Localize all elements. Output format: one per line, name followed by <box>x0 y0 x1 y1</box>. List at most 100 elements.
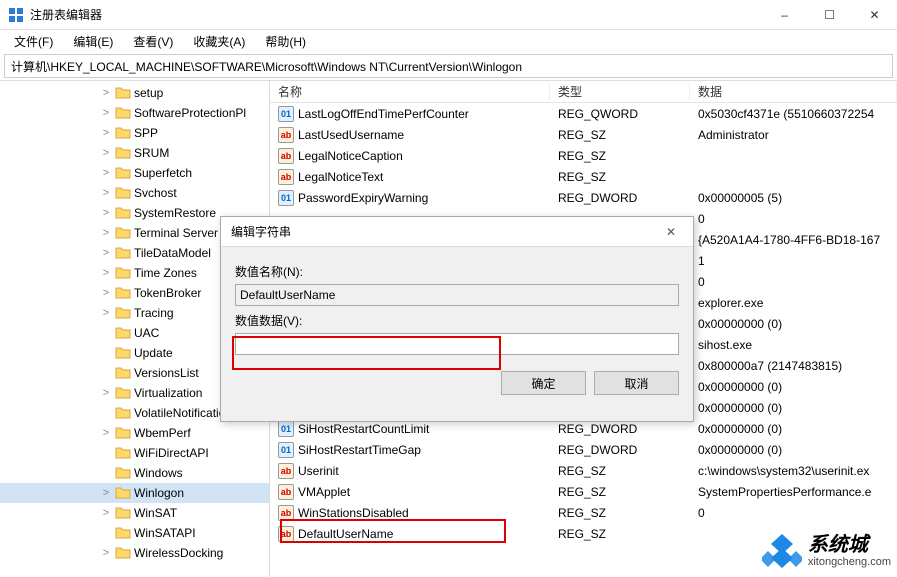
tree-item-winlogon[interactable]: >Winlogon <box>0 483 269 503</box>
tree-item-label: TileDataModel <box>134 246 211 260</box>
folder-icon <box>115 366 131 380</box>
tree-item-wirelessdocking[interactable]: >WirelessDocking <box>0 543 269 563</box>
tree-item-label: Svchost <box>134 186 177 200</box>
dword-value-icon: 01 <box>278 442 294 458</box>
table-row[interactable]: abLegalNoticeTextREG_SZ <box>270 166 897 187</box>
menu-favorites[interactable]: 收藏夹(A) <box>187 31 251 52</box>
close-button[interactable]: ✕ <box>852 0 897 30</box>
cell-data: sihost.exe <box>690 338 897 352</box>
folder-icon <box>115 486 131 500</box>
tree-item-label: SystemRestore <box>134 206 216 220</box>
menu-view[interactable]: 查看(V) <box>127 31 179 52</box>
menu-help[interactable]: 帮助(H) <box>259 31 312 52</box>
chevron-icon[interactable]: > <box>100 87 112 99</box>
value-data-input[interactable] <box>235 333 679 355</box>
column-data[interactable]: 数据 <box>690 83 897 100</box>
string-value-icon: ab <box>278 505 294 521</box>
cancel-button[interactable]: 取消 <box>594 371 679 395</box>
table-row[interactable]: 01LastLogOffEndTimePerfCounterREG_QWORD0… <box>270 103 897 124</box>
chevron-icon[interactable]: > <box>100 107 112 119</box>
tree-item-label: TokenBroker <box>134 286 201 300</box>
folder-icon <box>115 106 131 120</box>
cell-type: REG_SZ <box>550 170 690 184</box>
column-name[interactable]: 名称 <box>270 83 550 100</box>
tree-item-spp[interactable]: >SPP <box>0 123 269 143</box>
chevron-icon[interactable]: > <box>100 187 112 199</box>
menu-file[interactable]: 文件(F) <box>8 31 59 52</box>
minimize-button[interactable]: – <box>762 0 807 30</box>
string-value-icon: ab <box>278 484 294 500</box>
folder-icon <box>115 386 131 400</box>
tree-item-label: setup <box>134 86 163 100</box>
tree-item-label: Superfetch <box>134 166 192 180</box>
tree-item-winsat[interactable]: >WinSAT <box>0 503 269 523</box>
tree-item-label: VersionsList <box>134 366 199 380</box>
table-row[interactable]: abLegalNoticeCaptionREG_SZ <box>270 145 897 166</box>
chevron-icon[interactable]: > <box>100 167 112 179</box>
maximize-button[interactable]: ☐ <box>807 0 852 30</box>
chevron-icon[interactable]: > <box>100 247 112 259</box>
chevron-icon[interactable]: > <box>100 207 112 219</box>
cell-type: REG_SZ <box>550 128 690 142</box>
table-row[interactable]: 01SiHostRestartTimeGapREG_DWORD0x0000000… <box>270 439 897 460</box>
cell-type: REG_DWORD <box>550 422 690 436</box>
column-type[interactable]: 类型 <box>550 83 690 100</box>
ok-button[interactable]: 确定 <box>501 371 586 395</box>
watermark-logo-icon <box>762 531 802 571</box>
cell-name: abLegalNoticeText <box>270 169 550 185</box>
folder-icon <box>115 466 131 480</box>
cell-data: 0 <box>690 506 897 520</box>
tree-item-windows[interactable]: Windows <box>0 463 269 483</box>
watermark-url: xitongcheng.com <box>808 556 891 568</box>
value-name-label: 数值名称(N): <box>235 263 679 280</box>
folder-icon <box>115 326 131 340</box>
chevron-icon[interactable]: > <box>100 147 112 159</box>
chevron-icon[interactable]: > <box>100 507 112 519</box>
chevron-icon[interactable]: > <box>100 427 112 439</box>
menu-edit[interactable]: 编辑(E) <box>67 31 119 52</box>
tree-item-srum[interactable]: >SRUM <box>0 143 269 163</box>
address-path: 计算机\HKEY_LOCAL_MACHINE\SOFTWARE\Microsof… <box>11 58 522 75</box>
table-row[interactable]: 01PasswordExpiryWarningREG_DWORD0x000000… <box>270 187 897 208</box>
tree-item-softwareprotectionpl[interactable]: >SoftwareProtectionPl <box>0 103 269 123</box>
chevron-icon[interactable]: > <box>100 127 112 139</box>
folder-icon <box>115 406 131 420</box>
address-bar[interactable]: 计算机\HKEY_LOCAL_MACHINE\SOFTWARE\Microsof… <box>4 54 893 78</box>
table-row[interactable]: abVMAppletREG_SZSystemPropertiesPerforma… <box>270 481 897 502</box>
watermark-name: 系统城 <box>808 534 891 556</box>
chevron-icon[interactable]: > <box>100 487 112 499</box>
table-row[interactable]: abWinStationsDisabledREG_SZ0 <box>270 502 897 523</box>
value-data-label: 数值数据(V): <box>235 312 679 329</box>
string-value-icon: ab <box>278 148 294 164</box>
cell-type: REG_SZ <box>550 527 690 541</box>
cell-name: 01SiHostRestartCountLimit <box>270 421 550 437</box>
tree-item-wifidirectapi[interactable]: WiFiDirectAPI <box>0 443 269 463</box>
cell-data: 0x5030cf4371e (5510660372254 <box>690 107 897 121</box>
table-row[interactable]: abLastUsedUsernameREG_SZAdministrator <box>270 124 897 145</box>
cell-data: 0 <box>690 212 897 226</box>
tree-item-setup[interactable]: > setup <box>0 83 269 103</box>
cell-data: 0x00000005 (5) <box>690 191 897 205</box>
chevron-icon[interactable]: > <box>100 227 112 239</box>
cell-type: REG_SZ <box>550 485 690 499</box>
table-row[interactable]: abUserinitREG_SZc:\windows\system32\user… <box>270 460 897 481</box>
chevron-icon[interactable]: > <box>100 267 112 279</box>
folder-icon <box>115 446 131 460</box>
cell-data: Administrator <box>690 128 897 142</box>
tree-item-label: Windows <box>134 466 183 480</box>
folder-icon <box>115 286 131 300</box>
chevron-icon[interactable]: > <box>100 287 112 299</box>
tree-item-superfetch[interactable]: > Superfetch <box>0 163 269 183</box>
chevron-icon[interactable]: > <box>100 307 112 319</box>
dialog-close-button[interactable]: ✕ <box>659 225 683 239</box>
tree-item-wbemperf[interactable]: >WbemPerf <box>0 423 269 443</box>
cell-type: REG_DWORD <box>550 191 690 205</box>
cell-name: abDefaultUserName <box>270 526 550 542</box>
tree-item-svchost[interactable]: > Svchost <box>0 183 269 203</box>
folder-icon <box>115 226 131 240</box>
tree-item-winsatapi[interactable]: WinSATAPI <box>0 523 269 543</box>
folder-icon <box>115 126 131 140</box>
chevron-icon[interactable]: > <box>100 387 112 399</box>
cell-data: 0x00000000 (0) <box>690 443 897 457</box>
chevron-icon[interactable]: > <box>100 547 112 559</box>
